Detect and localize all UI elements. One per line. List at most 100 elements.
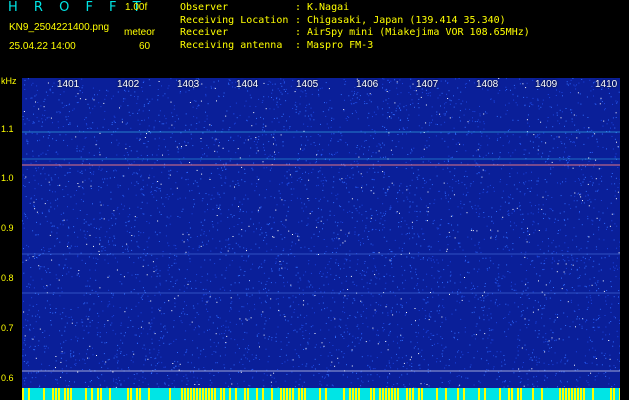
- bottom-band-mark: [385, 388, 387, 400]
- bottom-band-mark: [148, 388, 150, 400]
- bottom-band-mark: [109, 388, 111, 400]
- bottom-band-mark: [43, 388, 45, 400]
- bottom-band-mark: [484, 388, 486, 400]
- time-tick-label: 1404: [236, 79, 259, 90]
- bottom-band-mark: [256, 388, 258, 400]
- bottom-band-mark: [619, 388, 620, 400]
- y-tick-label: 0.9: [1, 223, 14, 233]
- bottom-band-mark: [520, 388, 522, 400]
- meteor-count-value: 60: [139, 41, 151, 52]
- bottom-band-mark: [343, 388, 345, 400]
- bottom-band-mark: [355, 388, 357, 400]
- bottom-band-mark: [388, 388, 390, 400]
- meteor-count-label: meteor: [124, 27, 156, 38]
- bottom-band-mark: [559, 388, 561, 400]
- observation-datetime: 25.04.22 14:00: [9, 41, 76, 52]
- bottom-band-mark: [28, 388, 30, 400]
- time-tick-label: 1409: [535, 79, 558, 90]
- y-tick-label: 1.1: [1, 124, 14, 134]
- spectrogram-background: [22, 78, 620, 400]
- time-tick-label: 1408: [476, 79, 499, 90]
- bottom-band-mark: [229, 388, 231, 400]
- bottom-band-mark: [91, 388, 93, 400]
- bottom-band-mark: [421, 388, 423, 400]
- y-tick-label: 1.0: [1, 173, 14, 183]
- bottom-band-mark: [583, 388, 585, 400]
- bottom-band-mark: [220, 388, 222, 400]
- bottom-band-mark: [97, 388, 99, 400]
- y-tick-label: 0.7: [1, 323, 14, 333]
- bottom-band-mark: [436, 388, 438, 400]
- bottom-band-mark: [406, 388, 408, 400]
- info-row-receiver: Receiver: AirSpy mini (Miakejima VOR 108.…: [180, 27, 530, 38]
- bottom-band-mark: [568, 388, 570, 400]
- bottom-band-mark: [208, 388, 210, 400]
- bottom-band-mark: [613, 388, 615, 400]
- y-tick-label: 0.8: [1, 273, 14, 283]
- time-tick-label: 1402: [117, 79, 140, 90]
- bottom-band-mark: [169, 388, 171, 400]
- bottom-band-mark: [508, 388, 510, 400]
- bottom-band-mark: [409, 388, 411, 400]
- bottom-band-mark: [580, 388, 582, 400]
- bottom-band-mark: [100, 388, 102, 400]
- info-row-antenna: Receiving antenna: Maspro FM-3: [180, 39, 374, 51]
- bottom-band-mark: [64, 388, 66, 400]
- bottom-band-mark: [289, 388, 291, 400]
- bottom-band-mark: [211, 388, 213, 400]
- bottom-band-mark: [382, 388, 384, 400]
- bottom-band-mark: [574, 388, 576, 400]
- bottom-band-mark: [283, 388, 285, 400]
- bottom-band-mark: [280, 388, 282, 400]
- bottom-band-mark: [532, 388, 534, 400]
- bottom-band-mark: [292, 388, 294, 400]
- header-panel: H R O F F T 1.00f KN9_2504221400.png met…: [0, 0, 629, 76]
- bottom-band-mark: [370, 388, 372, 400]
- bottom-band-mark: [571, 388, 573, 400]
- bottom-band-mark: [352, 388, 354, 400]
- bottom-band-mark: [499, 388, 501, 400]
- info-row-observer: Observer: K.Nagai: [180, 2, 350, 13]
- bottom-band-mark: [577, 388, 579, 400]
- bottom-band-mark: [223, 388, 225, 400]
- bottom-band-mark: [412, 388, 414, 400]
- bottom-band-mark: [319, 388, 321, 400]
- spectrogram-waterfall: [22, 78, 620, 400]
- bottom-band-mark: [478, 388, 480, 400]
- bottom-band-mark: [349, 388, 351, 400]
- bottom-band-mark: [298, 388, 300, 400]
- bottom-band-mark: [445, 388, 447, 400]
- bottom-band-mark: [85, 388, 87, 400]
- time-tick-label: 1405: [296, 79, 319, 90]
- bottom-band-mark: [235, 388, 237, 400]
- bottom-band-mark: [358, 388, 360, 400]
- info-row-location: Receiving Location: Chigasaki, Japan (139…: [180, 14, 506, 26]
- bottom-band-mark: [610, 388, 612, 400]
- axis-unit-label: kHz: [1, 76, 17, 86]
- bottom-band-mark: [517, 388, 519, 400]
- bottom-band-mark: [262, 388, 264, 400]
- bottom-band-mark: [457, 388, 459, 400]
- bottom-band-mark: [391, 388, 393, 400]
- spectrogram-canvas: [22, 78, 620, 400]
- image-filename: KN9_2504221400.png: [9, 22, 110, 33]
- bottom-band-mark: [202, 388, 204, 400]
- bottom-band-mark: [244, 388, 246, 400]
- bottom-band-mark: [52, 388, 54, 400]
- bottom-band-mark: [286, 388, 288, 400]
- bottom-band-mark: [187, 388, 189, 400]
- bottom-band-mark: [136, 388, 138, 400]
- bottom-band-mark: [58, 388, 60, 400]
- y-tick-label: 0.6: [1, 373, 14, 383]
- bottom-band-mark: [397, 388, 399, 400]
- observation-info: Observer: K.Nagai Receiving Location: Chig…: [180, 2, 530, 52]
- bottom-band-mark: [181, 388, 183, 400]
- bottom-band-mark: [214, 388, 216, 400]
- bottom-band-mark: [139, 388, 141, 400]
- time-tick-label: 1403: [177, 79, 200, 90]
- bottom-band-mark: [379, 388, 381, 400]
- bottom-band-mark: [418, 388, 420, 400]
- bottom-band-mark: [205, 388, 207, 400]
- bottom-band-mark: [130, 388, 132, 400]
- time-tick-label: 1401: [57, 79, 80, 90]
